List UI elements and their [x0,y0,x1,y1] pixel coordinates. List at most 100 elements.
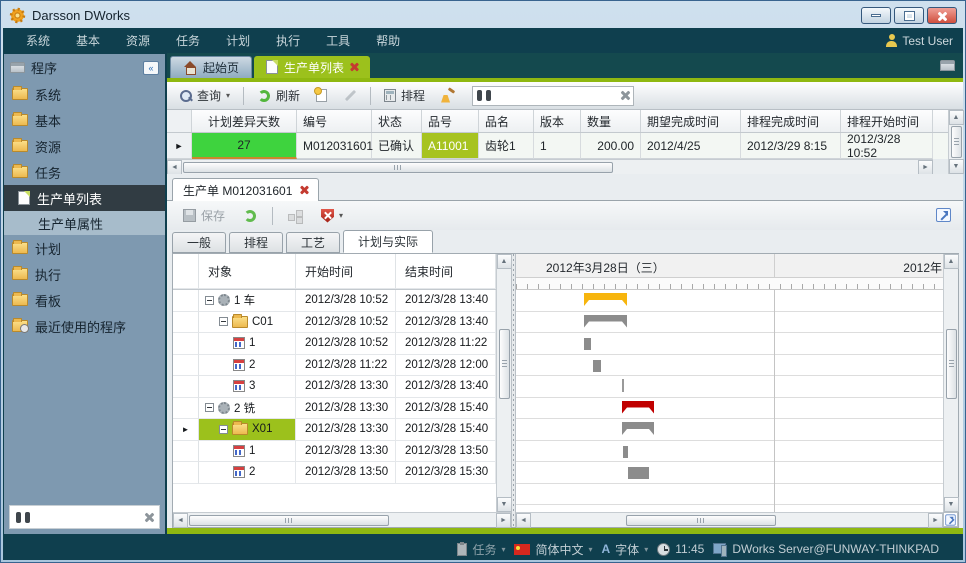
scroll-thumb[interactable] [951,126,962,158]
end-time-cell[interactable]: 2012/3/28 15:40 [396,419,496,441]
table-row-3[interactable]: 22012/3/28 11:222012/3/28 12:00 [173,355,496,377]
sidebar-item-1[interactable]: 基本 [4,107,165,133]
start-time-cell[interactable]: 2012/3/28 13:30 [296,419,396,441]
start-time-cell[interactable]: 2012/3/28 10:52 [296,312,396,334]
scroll-thumb[interactable] [499,329,510,399]
table-row-0[interactable]: 1 车2012/3/28 10:522012/3/28 13:40 [173,290,496,312]
start-time-cell[interactable]: 2012/3/28 10:52 [296,333,396,355]
gantt-bar-3[interactable] [593,360,601,372]
clear-search-icon[interactable] [144,513,153,522]
grid-cell-4[interactable]: 齿轮1 [479,133,534,159]
edit-button[interactable] [337,86,363,106]
save-button[interactable]: 保存 [177,204,231,227]
gantt-vscrollbar[interactable]: ▲ ▼ [943,254,958,512]
grid-search-input[interactable] [472,86,634,106]
tree-expand-icon[interactable] [205,403,214,412]
detail-refresh-button[interactable] [237,206,263,226]
menu-item-6[interactable]: 工具 [313,28,363,53]
status-language-menu[interactable]: 简体中文 ▾ [514,541,592,558]
detail-tab-close-icon[interactable] [300,186,308,194]
sidebar-search-input[interactable] [9,505,160,529]
sidebar-item-6[interactable]: 计划 [4,235,165,261]
table-row-6[interactable]: ►X012012/3/28 13:302012/3/28 15:40 [173,419,496,441]
grid-hscrollbar[interactable]: ◄ ► [167,159,933,174]
start-time-cell[interactable]: 2012/3/28 11:22 [296,355,396,377]
sidebar-collapse-button[interactable]: « [143,61,159,75]
start-time-cell[interactable]: 2012/3/28 13:30 [296,376,396,398]
table-header-1[interactable]: 开始时间 [296,254,396,289]
grid-header-2[interactable]: 状态 [372,110,422,132]
grid-header-3[interactable]: 品号 [422,110,479,132]
sidebar-item-0[interactable]: 系统 [4,81,165,107]
end-time-cell[interactable]: 2012/3/28 13:50 [396,441,496,463]
tree-cell[interactable]: 1 车 [199,290,296,312]
gantt-bar-8[interactable] [628,467,649,479]
table-vscrollbar[interactable]: ▲ ▼ [496,254,511,512]
end-time-cell[interactable]: 2012/3/28 13:40 [396,312,496,334]
table-hscrollbar[interactable]: ◄ ► [173,512,511,527]
detail-document-tab[interactable]: 生产单 M012031601 [172,178,319,201]
menu-item-5[interactable]: 执行 [263,28,313,53]
scroll-left-icon[interactable]: ◄ [167,160,182,175]
grid-vscrollbar[interactable]: ▲ ▼ [948,110,963,174]
tree-cell[interactable]: 1 [199,441,296,463]
new-button[interactable] [310,86,333,105]
tree-expand-icon[interactable] [205,296,214,305]
sidebar-item-8[interactable]: 看板 [4,287,165,313]
grid-cell-2[interactable]: 已确认 [372,133,422,159]
end-time-cell[interactable]: 2012/3/28 13:40 [396,290,496,312]
scroll-thumb[interactable] [626,515,776,526]
table-row-4[interactable]: 32012/3/28 13:302012/3/28 13:40 [173,376,496,398]
maximize-button[interactable] [894,7,924,24]
sidebar-item-2[interactable]: 资源 [4,133,165,159]
grid-cell-0[interactable]: 27 [192,133,297,159]
scroll-left-icon[interactable]: ◄ [516,513,531,528]
tree-cell[interactable]: C01 [199,312,296,334]
minimize-button[interactable] [861,7,891,24]
scroll-down-icon[interactable]: ▼ [949,159,964,174]
tree-cell[interactable]: 2 铣 [199,398,296,420]
table-row-1[interactable]: C012012/3/28 10:522012/3/28 13:40 [173,312,496,334]
relation-button[interactable] [282,207,309,225]
grid-header-1[interactable]: 编号 [297,110,372,132]
menu-item-2[interactable]: 资源 [113,28,163,53]
open-external-button[interactable] [936,208,951,227]
refresh-button[interactable]: 刷新 [251,84,306,107]
detail-tab-1[interactable]: 排程 [229,232,283,253]
grid-cell-1[interactable]: M012031601 [297,133,372,159]
scroll-up-icon[interactable]: ▲ [944,254,959,269]
tree-cell[interactable]: 2 [199,462,296,484]
tree-expand-icon[interactable] [219,317,228,326]
grid-header-8[interactable]: 排程完成时间 [741,110,841,132]
security-button[interactable]: ▾ [315,206,349,226]
detail-tab-2[interactable]: 工艺 [286,232,340,253]
query-button[interactable]: 查询 ▾ [173,84,236,107]
grid-cell-5[interactable]: 1 [534,133,581,159]
tab-home[interactable]: 起始页 [170,56,252,78]
end-time-cell[interactable]: 2012/3/28 15:30 [396,462,496,484]
grid-data-row[interactable]: ►27M012031601已确认A11001齿轮11200.002012/4/2… [167,133,948,159]
tree-cell[interactable]: X01 [199,419,296,441]
menu-item-1[interactable]: 基本 [63,28,113,53]
start-time-cell[interactable]: 2012/3/28 13:50 [296,462,396,484]
table-row-2[interactable]: 12012/3/28 10:522012/3/28 11:22 [173,333,496,355]
close-button[interactable] [927,7,957,24]
grid-header-7[interactable]: 期望完成时间 [641,110,741,132]
sidebar-item-9[interactable]: 最近使用的程序 [4,313,165,339]
tab-production-list[interactable]: 生产单列表 [254,56,370,78]
schedule-button[interactable]: 排程 [378,84,431,107]
scroll-right-icon[interactable]: ► [496,513,511,528]
tree-cell[interactable]: 3 [199,376,296,398]
clean-button[interactable] [435,86,462,106]
table-row-5[interactable]: 2 铣2012/3/28 13:302012/3/28 15:40 [173,398,496,420]
start-time-cell[interactable]: 2012/3/28 13:30 [296,398,396,420]
sidebar-item-3[interactable]: 任务 [4,159,165,185]
scroll-down-icon[interactable]: ▼ [497,497,512,512]
gantt-hscrollbar[interactable]: ◄ ► [516,512,943,527]
end-time-cell[interactable]: 2012/3/28 13:40 [396,376,496,398]
clear-search-icon[interactable] [620,91,629,100]
menu-item-3[interactable]: 任务 [163,28,213,53]
grid-header-9[interactable]: 排程开始时间 [841,110,933,132]
scroll-right-icon[interactable]: ► [918,160,933,175]
table-row-8[interactable]: 22012/3/28 13:502012/3/28 15:30 [173,462,496,484]
